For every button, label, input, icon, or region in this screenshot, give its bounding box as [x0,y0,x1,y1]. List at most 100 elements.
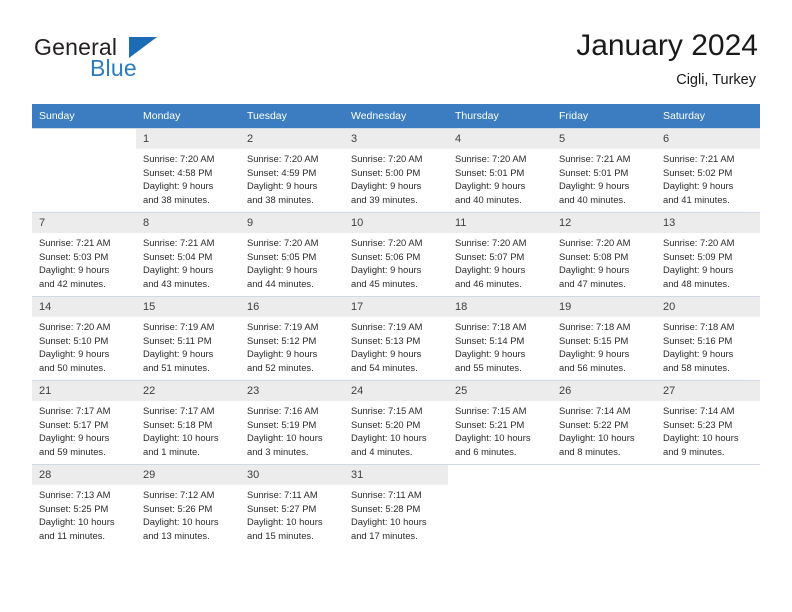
day-details: Sunrise: 7:20 AM Sunset: 5:09 PM Daylight:… [656,233,760,290]
daylight-text-line2: and 44 minutes. [247,277,314,289]
day-number: 22 [136,381,240,401]
day-number: 31 [344,465,448,485]
day-cell-inner: 25 Sunrise: 7:15 AM Sunset: 5:21 PM Dayligh… [448,381,552,464]
page-header: General Blue January 2024 Cigli, Turkey [0,0,792,100]
calendar-cell-empty [656,464,760,549]
calendar-day-cell[interactable]: 2 Sunrise: 7:20 AM Sunset: 4:59 PM Daylight… [240,128,344,213]
day-details: Sunrise: 7:18 AM Sunset: 5:16 PM Daylight:… [656,317,760,374]
calendar-day-cell[interactable]: 31 Sunrise: 7:11 AM Sunset: 5:28 PM Dayligh… [344,464,448,549]
calendar-day-cell[interactable]: 1 Sunrise: 7:20 AM Sunset: 4:58 PM Daylight… [136,128,240,213]
daylight-text-line1: Daylight: 9 hours [559,264,630,276]
daylight-text-line2: and 39 minutes. [351,193,418,205]
calendar-week-row: 14 Sunrise: 7:20 AM Sunset: 5:10 PM Dayligh… [32,296,760,381]
daylight-text-line1: Daylight: 10 hours [351,432,427,444]
day-cell-inner [32,129,136,212]
sunset-text: Sunset: 5:09 PM [663,250,733,262]
sunset-text: Sunset: 4:58 PM [143,166,213,178]
day-cell-inner: 3 Sunrise: 7:20 AM Sunset: 5:00 PM Daylight… [344,129,448,212]
day-details: Sunrise: 7:20 AM Sunset: 5:01 PM Daylight:… [448,149,552,206]
daylight-text-line1: Daylight: 10 hours [351,516,427,528]
day-number: 12 [552,213,656,233]
sunset-text: Sunset: 5:14 PM [455,334,525,346]
calendar-day-cell[interactable]: 3 Sunrise: 7:20 AM Sunset: 5:00 PM Daylight… [344,128,448,213]
daylight-text-line1: Daylight: 9 hours [351,264,422,276]
day-number: 10 [344,213,448,233]
sunrise-text: Sunrise: 7:20 AM [247,237,319,248]
day-details: Sunrise: 7:18 AM Sunset: 5:14 PM Daylight:… [448,317,552,374]
sunrise-text: Sunrise: 7:18 AM [663,321,735,332]
calendar-day-cell[interactable]: 9 Sunrise: 7:20 AM Sunset: 5:05 PM Daylight… [240,212,344,297]
day-details: Sunrise: 7:13 AM Sunset: 5:25 PM Daylight:… [32,485,136,542]
calendar-day-cell[interactable]: 21 Sunrise: 7:17 AM Sunset: 5:17 PM Dayligh… [32,380,136,465]
calendar-day-cell[interactable]: 19 Sunrise: 7:18 AM Sunset: 5:15 PM Dayligh… [552,296,656,381]
calendar-day-cell[interactable]: 10 Sunrise: 7:20 AM Sunset: 5:06 PM Dayligh… [344,212,448,297]
day-number: 1 [136,129,240,149]
day-cell-inner: 26 Sunrise: 7:14 AM Sunset: 5:22 PM Dayligh… [552,381,656,464]
calendar-day-cell[interactable]: 27 Sunrise: 7:14 AM Sunset: 5:23 PM Dayligh… [656,380,760,465]
calendar-day-cell[interactable]: 29 Sunrise: 7:12 AM Sunset: 5:26 PM Dayligh… [136,464,240,549]
logo-general-blue[interactable]: General Blue [34,36,214,86]
daylight-text-line2: and 6 minutes. [455,445,517,457]
calendar-day-cell[interactable]: 6 Sunrise: 7:21 AM Sunset: 5:02 PM Daylight… [656,128,760,213]
calendar-day-cell[interactable]: 16 Sunrise: 7:19 AM Sunset: 5:12 PM Dayligh… [240,296,344,381]
daylight-text-line2: and 51 minutes. [143,361,210,373]
calendar-day-cell[interactable]: 23 Sunrise: 7:16 AM Sunset: 5:19 PM Dayligh… [240,380,344,465]
day-cell-inner: 20 Sunrise: 7:18 AM Sunset: 5:16 PM Dayligh… [656,297,760,380]
calendar-cell-empty [448,464,552,549]
sunrise-text: Sunrise: 7:20 AM [247,153,319,164]
daylight-text-line1: Daylight: 9 hours [455,264,526,276]
day-details: Sunrise: 7:15 AM Sunset: 5:21 PM Daylight:… [448,401,552,458]
sunrise-text: Sunrise: 7:20 AM [39,321,111,332]
calendar-day-cell[interactable]: 30 Sunrise: 7:11 AM Sunset: 5:27 PM Dayligh… [240,464,344,549]
calendar-day-cell[interactable]: 20 Sunrise: 7:18 AM Sunset: 5:16 PM Dayligh… [656,296,760,381]
calendar-day-cell[interactable]: 26 Sunrise: 7:14 AM Sunset: 5:22 PM Dayligh… [552,380,656,465]
day-cell-inner: 29 Sunrise: 7:12 AM Sunset: 5:26 PM Dayligh… [136,465,240,549]
calendar-day-cell[interactable]: 17 Sunrise: 7:19 AM Sunset: 5:13 PM Dayligh… [344,296,448,381]
calendar-day-cell[interactable]: 22 Sunrise: 7:17 AM Sunset: 5:18 PM Dayligh… [136,380,240,465]
day-details: Sunrise: 7:19 AM Sunset: 5:12 PM Daylight:… [240,317,344,374]
sunrise-text: Sunrise: 7:21 AM [663,153,735,164]
sunrise-text: Sunrise: 7:19 AM [143,321,215,332]
daylight-text-line1: Daylight: 9 hours [39,432,110,444]
day-cell-inner: 16 Sunrise: 7:19 AM Sunset: 5:12 PM Dayligh… [240,297,344,380]
calendar-day-cell[interactable]: 28 Sunrise: 7:13 AM Sunset: 5:25 PM Dayligh… [32,464,136,549]
sunset-text: Sunset: 5:13 PM [351,334,421,346]
day-cell-inner: 13 Sunrise: 7:20 AM Sunset: 5:09 PM Dayligh… [656,213,760,296]
day-number: 30 [240,465,344,485]
day-number: 27 [656,381,760,401]
daylight-text-line1: Daylight: 9 hours [39,348,110,360]
sunrise-text: Sunrise: 7:21 AM [143,237,215,248]
daylight-text-line1: Daylight: 9 hours [247,264,318,276]
sunset-text: Sunset: 5:11 PM [143,334,212,346]
day-number: 5 [552,129,656,149]
day-number: 6 [656,129,760,149]
sunset-text: Sunset: 5:01 PM [455,166,525,178]
day-number: 7 [32,213,136,233]
calendar-day-cell[interactable]: 14 Sunrise: 7:20 AM Sunset: 5:10 PM Dayligh… [32,296,136,381]
calendar-day-cell[interactable]: 4 Sunrise: 7:20 AM Sunset: 5:01 PM Daylight… [448,128,552,213]
calendar-day-cell[interactable]: 12 Sunrise: 7:20 AM Sunset: 5:08 PM Dayligh… [552,212,656,297]
sunrise-text: Sunrise: 7:19 AM [351,321,423,332]
daylight-text-line2: and 56 minutes. [559,361,626,373]
sunrise-text: Sunrise: 7:14 AM [663,405,735,416]
calendar-day-cell[interactable]: 5 Sunrise: 7:21 AM Sunset: 5:01 PM Daylight… [552,128,656,213]
calendar-day-cell[interactable]: 13 Sunrise: 7:20 AM Sunset: 5:09 PM Dayligh… [656,212,760,297]
calendar-day-cell[interactable]: 25 Sunrise: 7:15 AM Sunset: 5:21 PM Dayligh… [448,380,552,465]
day-details: Sunrise: 7:18 AM Sunset: 5:15 PM Daylight:… [552,317,656,374]
daylight-text-line2: and 15 minutes. [247,529,314,541]
day-number: 25 [448,381,552,401]
daylight-text-line2: and 54 minutes. [351,361,418,373]
calendar-day-cell[interactable]: 7 Sunrise: 7:21 AM Sunset: 5:03 PM Daylight… [32,212,136,297]
daylight-text-line2: and 38 minutes. [143,193,210,205]
calendar-day-cell[interactable]: 18 Sunrise: 7:18 AM Sunset: 5:14 PM Dayligh… [448,296,552,381]
sunrise-text: Sunrise: 7:20 AM [351,153,423,164]
calendar-day-cell[interactable]: 11 Sunrise: 7:20 AM Sunset: 5:07 PM Dayligh… [448,212,552,297]
calendar-day-cell[interactable]: 24 Sunrise: 7:15 AM Sunset: 5:20 PM Dayligh… [344,380,448,465]
day-number: 28 [32,465,136,485]
calendar-day-cell[interactable]: 15 Sunrise: 7:19 AM Sunset: 5:11 PM Dayligh… [136,296,240,381]
sunset-text: Sunset: 5:15 PM [559,334,629,346]
daylight-text-line2: and 55 minutes. [455,361,522,373]
sunset-text: Sunset: 5:16 PM [663,334,733,346]
day-cell-inner: 14 Sunrise: 7:20 AM Sunset: 5:10 PM Dayligh… [32,297,136,380]
calendar-day-cell[interactable]: 8 Sunrise: 7:21 AM Sunset: 5:04 PM Daylight… [136,212,240,297]
